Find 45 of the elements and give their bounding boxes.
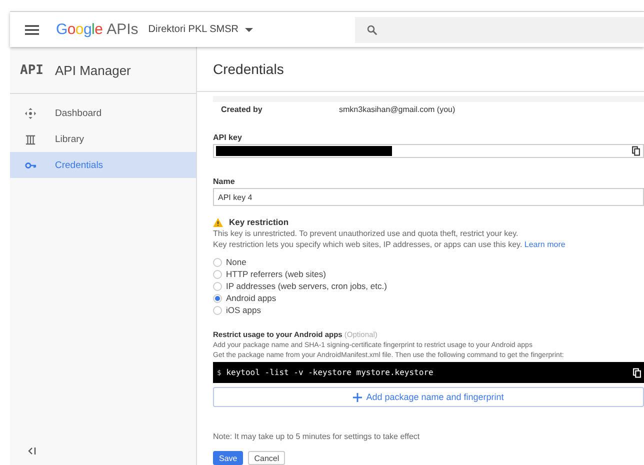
add-button[interactable]: Add package name and fingerprint	[213, 387, 644, 407]
product-name: APIs	[106, 21, 138, 38]
radio-option[interactable]: iOS apps	[213, 304, 387, 316]
menu-icon[interactable]	[25, 24, 39, 34]
radio-button[interactable]	[213, 258, 222, 266]
search-icon	[367, 24, 377, 34]
logo[interactable]: Google	[56, 21, 103, 38]
name-field[interactable]: API key 4	[213, 188, 644, 206]
api-key-field[interactable]	[213, 144, 644, 158]
radio-button[interactable]	[213, 282, 222, 290]
radio-button[interactable]	[213, 270, 222, 278]
description-text: This key is unrestricted. To prevent unauthorized use and quota theft, restrict your key.	[213, 229, 518, 238]
save-button[interactable]: Save	[213, 451, 244, 465]
warning-icon	[213, 218, 223, 226]
radio-option[interactable]: Android apps	[213, 292, 387, 304]
nav-item[interactable]: Library	[10, 126, 196, 152]
field-label: Name	[213, 177, 235, 186]
sidebar-title: API Manager	[55, 62, 131, 78]
project-selector[interactable]: Direktori PKL SMSR	[148, 24, 253, 35]
section-title: Key restriction	[229, 217, 289, 227]
field-label: API key	[213, 133, 242, 142]
radio-button[interactable]	[213, 294, 222, 302]
learn-more-link[interactable]: Learn more	[524, 240, 566, 249]
description-text: Key restriction lets you specify which web sites, IP addresses, or apps can use this key. Learn more	[213, 240, 566, 249]
move-icon	[25, 108, 36, 118]
note-text: Note: It may take up to 5 minutes for settings to take effect	[213, 432, 420, 441]
copy-icon[interactable]	[633, 368, 641, 378]
search-field[interactable]	[355, 16, 644, 42]
collapse-icon[interactable]	[28, 447, 36, 455]
cancel-button[interactable]: Cancel	[248, 451, 286, 465]
radio-option[interactable]: IP addresses (web servers, cron jobs, etc.)	[213, 280, 387, 292]
copy-icon[interactable]	[632, 146, 640, 156]
columns-icon	[25, 134, 36, 144]
api-logo: API	[20, 62, 44, 78]
radio-button[interactable]	[213, 306, 222, 314]
plus-icon	[353, 392, 362, 402]
radio-option[interactable]: None	[213, 256, 387, 268]
key-icon	[25, 160, 36, 170]
page-title: Credentials	[213, 61, 284, 77]
caret-icon	[244, 28, 253, 32]
field-label: Created by	[221, 105, 264, 114]
command-text: keytool -list -v -keystore mystore.keystore	[226, 368, 434, 377]
radio-option[interactable]: HTTP referrers (web sites)	[213, 268, 387, 280]
nav-item[interactable]: Dashboard	[10, 100, 196, 126]
field-value: smkn3kasihan@gmail.com (you)	[339, 105, 456, 114]
